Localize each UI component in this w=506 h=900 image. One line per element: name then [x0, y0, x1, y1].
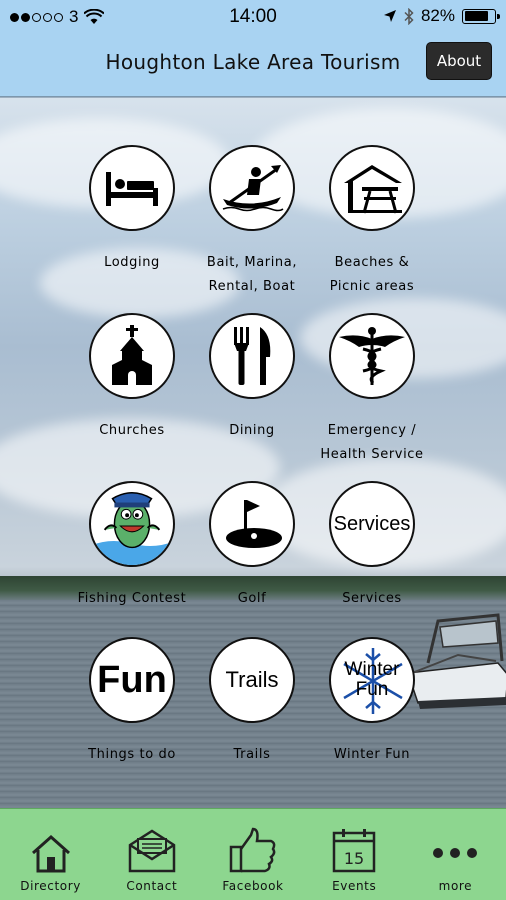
tab-facebook[interactable]: Facebook — [202, 809, 303, 900]
fish-cartoon-icon[interactable] — [89, 481, 175, 567]
location-arrow-icon — [383, 10, 396, 22]
tile-label: Beaches & Picnic areas — [329, 255, 415, 294]
status-right: 82% — [383, 6, 500, 26]
tile-lodging[interactable]: Lodging — [72, 145, 192, 275]
fork-knife-icon[interactable] — [209, 313, 295, 399]
thumbs-up-icon — [229, 827, 276, 873]
battery-percent: 82% — [420, 6, 455, 25]
golf-flag-icon[interactable] — [209, 481, 295, 567]
tile-emergency-health[interactable]: Emergency / Health Service — [312, 313, 432, 467]
tile-churches[interactable]: Churches — [72, 313, 192, 443]
tile-label: Fishing Contest — [77, 591, 187, 606]
tile-label: Services — [342, 591, 402, 606]
envelope-icon — [128, 829, 176, 873]
picnic-table-icon[interactable] — [329, 145, 415, 231]
svg-text:15: 15 — [344, 849, 364, 868]
tile-things-to-do[interactable]: Fun Things to do — [72, 637, 192, 767]
tile-label: Lodging — [104, 255, 160, 270]
snowflake-icon[interactable]: Winter Fun — [329, 637, 415, 723]
tile-label: Bait, Marina, Rental, Boat — [206, 255, 298, 294]
bluetooth-icon — [404, 7, 414, 25]
tab-events[interactable]: 15 Events — [304, 809, 405, 900]
tile-fishing-contest[interactable]: Fishing Contest — [72, 481, 192, 611]
battery-icon — [462, 8, 500, 24]
tile-label: Things to do — [88, 747, 176, 762]
kayak-icon[interactable] — [209, 145, 295, 231]
tab-contact[interactable]: Contact — [101, 809, 202, 900]
status-bar: 3 14:00 82% — [0, 0, 506, 34]
tile-golf[interactable]: Golf — [192, 481, 312, 611]
tab-bar: Directory Contact Facebook 15 Events mor… — [0, 808, 506, 900]
tile-label: Dining — [229, 423, 275, 438]
church-icon[interactable] — [89, 313, 175, 399]
tile-label: Trails — [233, 747, 271, 762]
caduceus-icon[interactable] — [329, 313, 415, 399]
tab-directory[interactable]: Directory — [0, 809, 101, 900]
about-button[interactable]: About — [426, 42, 492, 80]
tab-more[interactable]: more — [405, 809, 506, 900]
navigation-bar: Houghton Lake Area Tourism About — [0, 34, 506, 97]
tile-winter-fun[interactable]: Winter Fun Winter Fun — [312, 637, 432, 767]
tile-services[interactable]: Services Services — [312, 481, 432, 611]
house-icon — [31, 834, 70, 873]
tile-dining[interactable]: Dining — [192, 313, 312, 443]
trails-text-icon[interactable]: Trails — [209, 637, 295, 723]
bed-icon[interactable] — [89, 145, 175, 231]
tile-label: Emergency / Health Service — [320, 423, 424, 462]
tile-beaches-picnic[interactable]: Beaches & Picnic areas — [312, 145, 432, 299]
tile-label: Churches — [99, 423, 165, 438]
more-dots-icon — [433, 848, 478, 858]
tile-bait-marina[interactable]: Bait, Marina, Rental, Boat — [192, 145, 312, 299]
tile-label: Golf — [237, 591, 267, 606]
tile-label: Winter Fun — [333, 747, 411, 762]
calendar-icon: 15 — [332, 829, 376, 873]
services-text-icon[interactable]: Services — [329, 481, 415, 567]
fun-text-icon[interactable]: Fun — [89, 637, 175, 723]
tile-trails[interactable]: Trails Trails — [192, 637, 312, 767]
